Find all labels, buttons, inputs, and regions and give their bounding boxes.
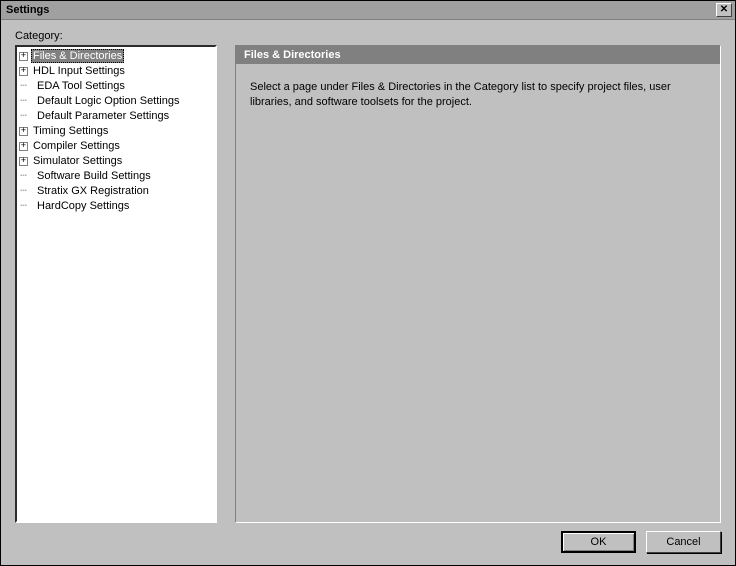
ok-button[interactable]: OK bbox=[561, 531, 636, 553]
tree-item-label[interactable]: Software Build Settings bbox=[35, 170, 153, 182]
expand-icon[interactable]: + bbox=[19, 127, 28, 136]
titlebar[interactable]: Settings ✕ bbox=[1, 1, 735, 20]
tree-connector-icon: ┄ bbox=[19, 109, 28, 124]
tree-item-label[interactable]: Compiler Settings bbox=[31, 140, 122, 152]
window-title: Settings bbox=[4, 4, 716, 16]
tree-item[interactable]: +Files & Directories bbox=[19, 49, 213, 64]
expand-icon[interactable]: + bbox=[19, 67, 28, 76]
tree-item-label[interactable]: Simulator Settings bbox=[31, 155, 124, 167]
dialog-body: Category: +Files & Directories+HDL Input… bbox=[1, 20, 735, 565]
tree-item-label[interactable]: Default Logic Option Settings bbox=[35, 95, 181, 107]
tree-item[interactable]: ┄ Default Logic Option Settings bbox=[19, 94, 213, 109]
tree-connector-icon: ┄ bbox=[19, 79, 28, 94]
detail-body: Select a page under Files & Directories … bbox=[236, 64, 720, 522]
tree-item-label[interactable]: HardCopy Settings bbox=[35, 200, 131, 212]
tree-item-label[interactable]: EDA Tool Settings bbox=[35, 80, 127, 92]
tree-item-label[interactable]: Default Parameter Settings bbox=[35, 110, 171, 122]
tree-item[interactable]: +HDL Input Settings bbox=[19, 64, 213, 79]
tree-item[interactable]: ┄ Software Build Settings bbox=[19, 169, 213, 184]
detail-panel: Files & Directories Select a page under … bbox=[235, 45, 721, 523]
tree-item[interactable]: +Simulator Settings bbox=[19, 154, 213, 169]
tree-item[interactable]: +Compiler Settings bbox=[19, 139, 213, 154]
tree-connector-icon: ┄ bbox=[19, 184, 28, 199]
close-icon: ✕ bbox=[720, 5, 728, 15]
detail-header: Files & Directories bbox=[236, 46, 720, 64]
expand-icon[interactable]: + bbox=[19, 52, 28, 61]
category-tree[interactable]: +Files & Directories+HDL Input Settings┄… bbox=[15, 45, 217, 523]
tree-item[interactable]: ┄ HardCopy Settings bbox=[19, 199, 213, 214]
cancel-button[interactable]: Cancel bbox=[646, 531, 721, 553]
tree-connector-icon: ┄ bbox=[19, 199, 28, 214]
panels: +Files & Directories+HDL Input Settings┄… bbox=[15, 45, 721, 523]
tree-item[interactable]: +Timing Settings bbox=[19, 124, 213, 139]
close-button[interactable]: ✕ bbox=[716, 3, 732, 17]
tree-item-label[interactable]: Files & Directories bbox=[31, 49, 124, 63]
tree-item[interactable]: ┄ Default Parameter Settings bbox=[19, 109, 213, 124]
expand-icon[interactable]: + bbox=[19, 157, 28, 166]
tree-connector-icon: ┄ bbox=[19, 94, 28, 109]
tree-item[interactable]: ┄ EDA Tool Settings bbox=[19, 79, 213, 94]
tree-item[interactable]: ┄ Stratix GX Registration bbox=[19, 184, 213, 199]
button-row: OK Cancel bbox=[15, 531, 721, 553]
settings-window: Settings ✕ Category: +Files & Directorie… bbox=[0, 0, 736, 566]
category-label: Category: bbox=[15, 30, 721, 42]
tree-connector-icon: ┄ bbox=[19, 169, 28, 184]
expand-icon[interactable]: + bbox=[19, 142, 28, 151]
tree-item-label[interactable]: Timing Settings bbox=[31, 125, 110, 137]
tree-item-label[interactable]: HDL Input Settings bbox=[31, 65, 127, 77]
tree-item-label[interactable]: Stratix GX Registration bbox=[35, 185, 151, 197]
